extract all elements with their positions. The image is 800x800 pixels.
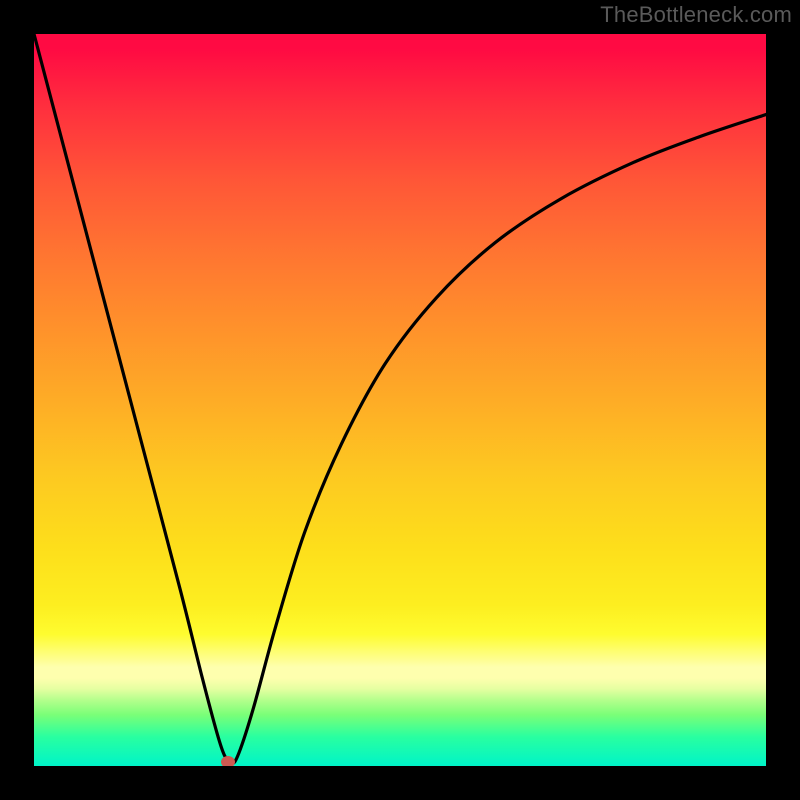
minimum-marker <box>221 756 235 766</box>
plot-area <box>34 34 766 766</box>
chart-frame: TheBottleneck.com <box>0 0 800 800</box>
bottleneck-curve <box>34 34 766 766</box>
watermark-text: TheBottleneck.com <box>600 2 792 28</box>
